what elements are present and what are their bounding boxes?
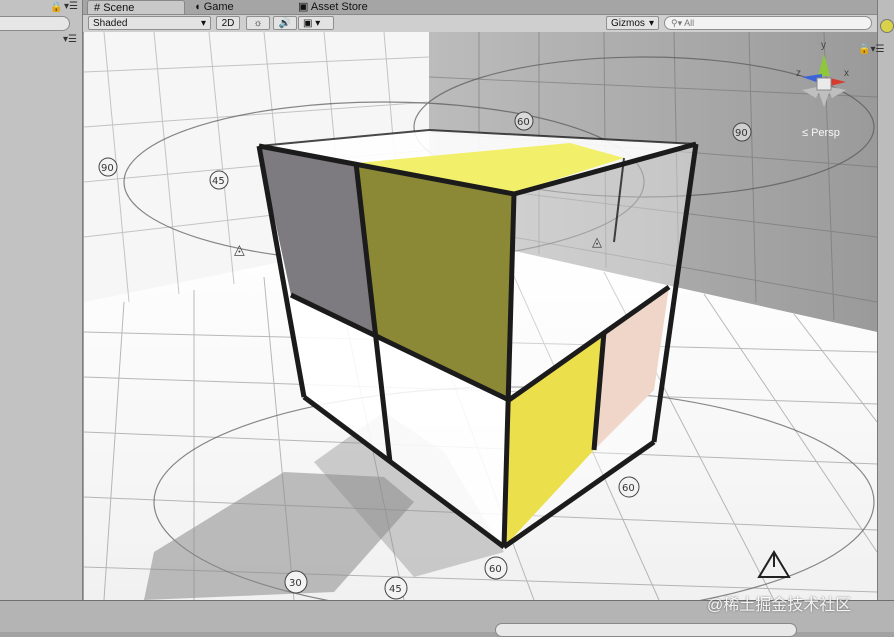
light-gizmo-icon[interactable]: ◬ xyxy=(234,241,245,257)
angle-label: 90 xyxy=(735,128,748,139)
angle-label: 45 xyxy=(212,176,225,187)
watermark: @稀土掘金技术社区 xyxy=(707,597,852,614)
image-icon: ▣ xyxy=(303,18,313,29)
angle-label: 45 xyxy=(389,584,402,595)
scene-search-input[interactable]: ⚲▾ All xyxy=(664,16,872,30)
hierarchy-panel xyxy=(0,0,83,600)
speaker-icon: 🔊 xyxy=(278,18,292,29)
tab-game[interactable]: ◖ Game xyxy=(188,0,280,14)
hierarchy-search-input[interactable] xyxy=(0,16,70,31)
scene-effects-button[interactable]: ▣ ▾ xyxy=(298,16,334,30)
dropdown-arrow-icon: ▾ xyxy=(315,18,321,29)
angle-label: 60 xyxy=(517,117,530,128)
dropdown-arrow-icon: ▾ xyxy=(200,18,206,29)
gizmos-label: Gizmos xyxy=(611,18,645,29)
scene-lighting-button[interactable]: ☼ xyxy=(246,16,270,30)
inspector-panel xyxy=(877,0,894,600)
tab-asset-store[interactable]: ▣ Asset Store xyxy=(292,0,412,14)
sun-icon: ☼ xyxy=(253,18,263,29)
scene-lock-icon[interactable]: 🔒▾☰ xyxy=(858,44,884,55)
tab-menu-icon[interactable]: ▾☰ xyxy=(64,1,78,12)
angle-label: 90 xyxy=(101,163,114,174)
angle-label: 60 xyxy=(622,483,635,494)
panel-menu-icon[interactable]: ▾☰ xyxy=(63,34,77,45)
project-search-input[interactable] xyxy=(495,623,797,637)
tab-scene-label: Scene xyxy=(103,2,135,14)
projection-label[interactable]: ≤ Persp xyxy=(802,127,840,139)
gizmo-x-label: x xyxy=(844,68,849,79)
gizmo-y-label: y xyxy=(821,40,826,51)
tab-scene[interactable]: # Scene xyxy=(87,0,185,14)
toggle-2d-label: 2D xyxy=(221,18,235,29)
angle-label: 30 xyxy=(289,578,302,589)
pacman-icon: ◖ xyxy=(194,1,201,13)
camera-gizmo-icon[interactable]: ◬ xyxy=(592,234,602,249)
lock-icon[interactable]: 🔒 xyxy=(50,2,62,13)
shading-mode-dropdown[interactable]: Shaded ▾ xyxy=(88,16,211,30)
toggle-2d-button[interactable]: 2D xyxy=(216,16,240,30)
search-placeholder: All xyxy=(684,18,695,28)
angle-label: 60 xyxy=(489,564,502,575)
scene-render: 30 45 60 60 90 45 60 90 y x z ≤ Persp ◬ … xyxy=(84,32,877,600)
gizmo-z-label: z xyxy=(796,68,801,79)
tab-asset-store-label: Asset Store xyxy=(310,1,368,13)
search-icon: ⚲▾ xyxy=(671,18,683,28)
dropdown-arrow-icon: ▾ xyxy=(648,18,654,29)
shading-mode-label: Shaded xyxy=(93,18,128,29)
scene-viewport[interactable]: 30 45 60 60 90 45 60 90 y x z ≤ Persp ◬ … xyxy=(84,32,877,600)
tab-game-label: Game xyxy=(203,1,234,13)
gizmos-dropdown[interactable]: Gizmos ▾ xyxy=(606,16,659,30)
inspector-object-icon xyxy=(880,19,894,33)
scene-audio-button[interactable]: 🔊 xyxy=(273,16,297,30)
grid-hash-icon: # xyxy=(94,2,101,14)
store-icon: ▣ xyxy=(298,1,309,13)
